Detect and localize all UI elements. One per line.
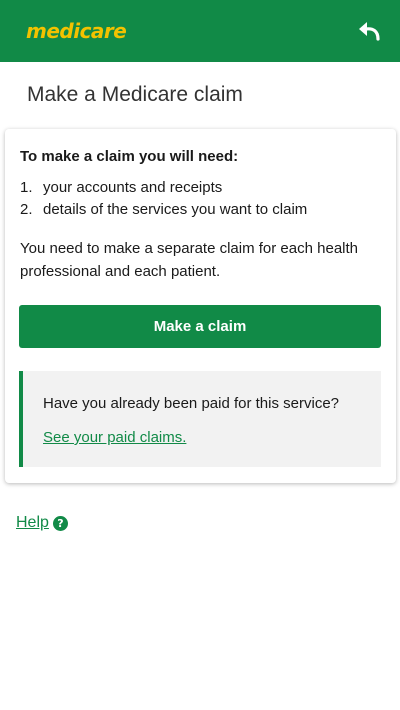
claim-info-card: To make a claim you will need: 1. your a… xyxy=(5,129,396,483)
medicare-logo: medicare xyxy=(26,19,127,43)
make-a-claim-button[interactable]: Make a claim xyxy=(19,305,381,348)
page-title: Make a Medicare claim xyxy=(27,83,243,106)
app-header: medicare xyxy=(0,0,400,62)
separate-claim-note: You need to make a separate claim for ea… xyxy=(20,240,358,280)
paid-claims-callout: Have you already been paid for this serv… xyxy=(19,371,381,467)
help-label: Help xyxy=(16,514,49,531)
help-link[interactable]: Help ? xyxy=(16,514,68,532)
callout-text: Have you already been paid for this serv… xyxy=(43,395,340,412)
list-item: 2. details of the services you want to c… xyxy=(20,199,307,221)
requirements-list: 1. your accounts and receipts 2. details… xyxy=(20,177,307,221)
see-paid-claims-link[interactable]: See your paid claims. xyxy=(43,429,186,446)
question-circle-icon: ? xyxy=(52,515,68,531)
reply-arrow-icon xyxy=(359,22,380,41)
card-heading: To make a claim you will need: xyxy=(20,148,239,165)
list-item-number: 2. xyxy=(20,201,33,218)
list-item-number: 1. xyxy=(20,179,33,196)
back-button[interactable] xyxy=(356,18,382,44)
list-item: 1. your accounts and receipts xyxy=(20,177,307,199)
list-item-text: your accounts and receipts xyxy=(43,179,223,196)
list-item-text: details of the services you want to clai… xyxy=(43,201,308,218)
